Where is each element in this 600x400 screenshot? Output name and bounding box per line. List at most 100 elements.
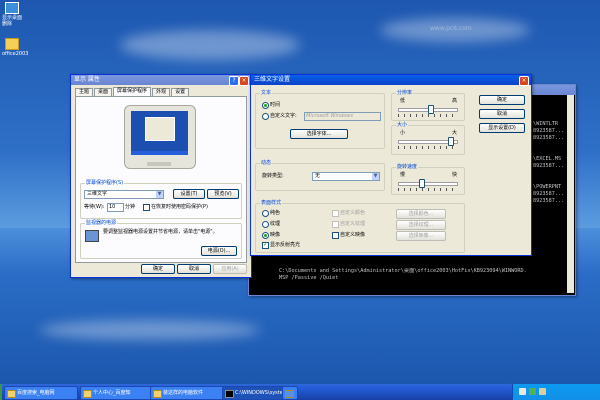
tray-icon[interactable] — [539, 388, 546, 395]
display-settings-button[interactable]: 显示设置(D) — [479, 123, 525, 133]
tab-appearance[interactable]: 外观 — [152, 88, 171, 96]
cmd-scrollbar[interactable] — [567, 95, 574, 293]
cmd-line: MSP /Passive /Quiet — [279, 275, 339, 281]
3d-text-title-bar[interactable]: 三维文字设置 × — [251, 75, 531, 86]
screensaver-settings-button[interactable]: 设置(T) — [173, 189, 205, 199]
speed-fast: 快 — [452, 172, 458, 178]
wait-unit: 分钟 — [125, 204, 136, 210]
system-tray — [512, 384, 600, 400]
ok-button[interactable]: 确定 — [479, 95, 525, 105]
folder-icon — [5, 38, 19, 50]
desktop-icon-shortcut[interactable]: 显示桌面 删除 — [2, 2, 46, 27]
taskbar-item-label: C:\WINDOWS\syste — [235, 390, 283, 396]
browser-icon — [153, 390, 162, 398]
specular-label: 显示反射亮光 — [270, 242, 301, 248]
time-radio[interactable] — [262, 102, 269, 109]
browser-icon — [83, 390, 92, 398]
cancel-button[interactable]: 取消 — [177, 264, 211, 274]
tab-desktop[interactable]: 桌面 — [94, 88, 113, 96]
specular-checkbox[interactable] — [262, 241, 269, 249]
custom-text-radio[interactable] — [262, 113, 269, 120]
surface-solid-radio[interactable] — [262, 210, 269, 217]
preview-button[interactable]: 预览(V) — [207, 189, 239, 199]
group-label: 监视器的电源 — [85, 220, 118, 226]
group-label: 旋转速度 — [396, 164, 419, 170]
desktop-icon-folder[interactable]: office2003 — [2, 38, 46, 57]
help-icon[interactable]: ? — [229, 76, 239, 86]
watermark: www.pc6.com — [430, 25, 472, 32]
custom-text-input[interactable]: Microsoft Windows — [304, 112, 381, 121]
3d-text-settings-dialog[interactable]: 三维文字设置 × 文本 时间 自定义文字: Microsoft Windows … — [250, 74, 532, 256]
choose-font-button[interactable]: 选择字体... — [290, 129, 348, 139]
taskbar-item[interactable]: 个人中心_百度知 — [80, 386, 152, 400]
preview-window — [145, 117, 175, 141]
display-properties-title-bar[interactable]: 显示 属性 ? × — [71, 75, 251, 86]
custom-texture-checkbox[interactable] — [332, 221, 339, 228]
tab-themes[interactable]: 主题 — [75, 88, 94, 96]
browser-icon — [7, 390, 16, 398]
taskbar-item-label: 个人中心_百度知 — [93, 390, 131, 396]
tray-icon[interactable] — [529, 388, 536, 395]
wait-minutes-input[interactable]: 10 — [107, 203, 124, 212]
display-properties-window[interactable]: 显示 属性 ? × 主题 桌面 屏幕保护程序 外观 设置 屏幕保护程序(S) 三… — [70, 74, 252, 278]
screensaver-select[interactable]: 三维文字 ▼ — [84, 190, 164, 199]
custom-color-checkbox[interactable] — [332, 210, 339, 217]
custom-reflection-checkbox[interactable] — [332, 232, 339, 239]
cancel-button[interactable]: 取消 — [479, 109, 525, 119]
speed-slow: 慢 — [400, 172, 406, 178]
taskbar-item[interactable]: 百度搜索_电脑网 — [4, 386, 78, 400]
tab-strip: 主题 桌面 屏幕保护程序 外观 设置 — [75, 87, 190, 96]
ok-button[interactable]: 确定 — [141, 264, 175, 274]
text-group: 文本 时间 自定义文字: Microsoft Windows 选择字体... — [255, 90, 385, 149]
chevron-down-icon[interactable]: ▼ — [372, 173, 379, 180]
selected-value: 三维文字 — [87, 191, 108, 197]
dialog-title: 三维文字设置 — [254, 76, 291, 83]
surface-texture-radio[interactable] — [262, 221, 269, 228]
custom-color-label: 自定义颜色 — [340, 210, 366, 216]
resolution-group: 分辨率 低 高 — [391, 90, 465, 121]
tab-settings[interactable]: 设置 — [171, 88, 190, 96]
taskbar-item[interactable]: 装这样的电脑软件 — [150, 386, 226, 400]
resolution-high: 高 — [452, 98, 458, 104]
speed-ticks — [398, 188, 456, 191]
power-button[interactable]: 电源(O)... — [201, 246, 237, 256]
desktop-icon-label: office2003 — [2, 51, 29, 57]
motion-group: 动态 旋转类型: 无 ▼ — [255, 160, 385, 191]
close-icon[interactable]: × — [239, 76, 249, 86]
group-label: 表面样式 — [260, 200, 283, 206]
group-label: 文本 — [260, 90, 273, 96]
custom-texture-label: 自定义纹理 — [340, 221, 366, 227]
cmd-icon — [225, 390, 234, 398]
choose-color-button[interactable]: 选择颜色... — [396, 209, 446, 219]
resolution-slider[interactable] — [428, 105, 434, 114]
cloud — [120, 30, 300, 60]
window-title: 显示 属性 — [74, 76, 100, 83]
choose-texture-button[interactable]: 选择纹理... — [396, 220, 446, 230]
speed-slider[interactable] — [419, 179, 425, 188]
password-checkbox[interactable] — [143, 204, 150, 211]
taskbar-item[interactable] — [282, 386, 298, 400]
rotation-type-select[interactable]: 无 ▼ — [312, 172, 380, 181]
power-group: 监视器的电源 要调整监视器电源设置并节省电源，请单击"电源"。 电源(O)... — [80, 220, 242, 259]
tray-icon[interactable] — [519, 388, 526, 395]
apply-button[interactable]: 应用(A) — [213, 264, 247, 274]
group-label: 分辨率 — [396, 90, 414, 96]
desktop-icon-label: 显示桌面 删除 — [2, 15, 23, 27]
size-ticks — [398, 146, 456, 149]
cmd-line: C:\Documents and Settings\Administrator\… — [279, 268, 527, 274]
close-icon[interactable]: × — [519, 76, 529, 86]
surface-reflection-radio[interactable] — [262, 232, 269, 239]
taskbar-item-label: 百度搜索_电脑网 — [17, 390, 55, 396]
start-button-edge[interactable] — [0, 384, 2, 400]
group-label: 动态 — [260, 160, 273, 166]
size-slider[interactable] — [448, 137, 454, 146]
power-description: 要调整监视器电源设置并节省电源，请单击"电源"。 — [103, 229, 218, 235]
wait-label: 等待(W): — [84, 204, 105, 210]
screensaver-panel: 屏幕保护程序(S) 三维文字 ▼ 设置(T) 预览(V) 等待(W): 10 分… — [75, 96, 247, 263]
choose-reflection-button[interactable]: 选择映像... — [396, 231, 446, 241]
chevron-down-icon[interactable]: ▼ — [156, 191, 163, 198]
tab-screensaver[interactable]: 屏幕保护程序 — [113, 87, 152, 96]
size-small: 小 — [400, 130, 406, 136]
rotation-speed-group: 旋转速度 慢 快 — [391, 164, 465, 195]
taskbar: 百度搜索_电脑网 个人中心_百度知 装这样的电脑软件 C:\WINDOWS\sy… — [0, 384, 600, 400]
